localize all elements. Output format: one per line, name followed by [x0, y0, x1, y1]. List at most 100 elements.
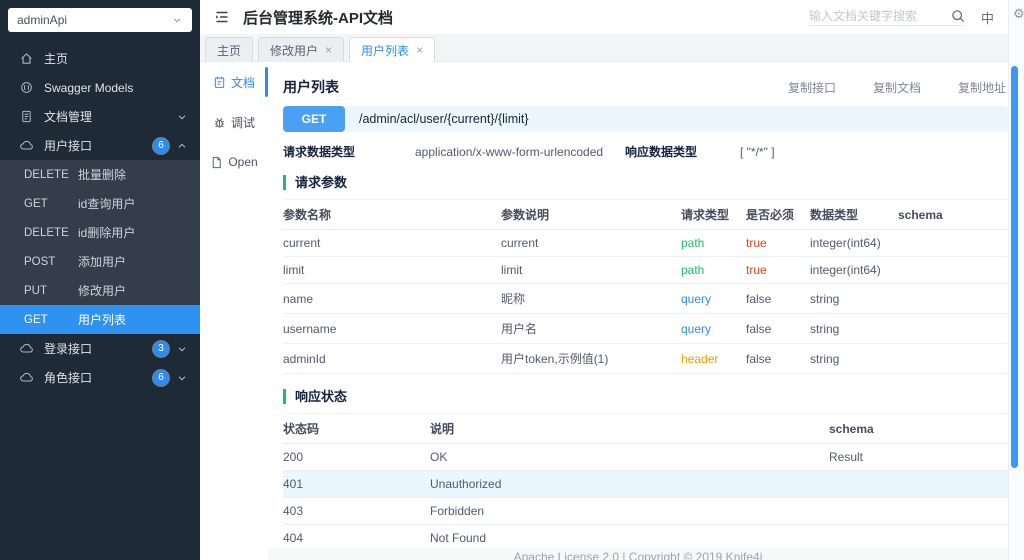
tab-edit-user[interactable]: 修改用户 ×	[258, 37, 345, 62]
table-cell: 200	[283, 443, 430, 471]
column-header: 参数说明	[501, 199, 681, 230]
chevron-down-icon	[176, 111, 188, 123]
cloud-icon	[20, 342, 33, 355]
cloud-icon	[20, 371, 33, 384]
close-tab-icon[interactable]: ×	[416, 44, 423, 56]
copy-address-link[interactable]: 复制地址	[958, 79, 1006, 96]
sidebar-item-login-api[interactable]: 登录接口 3	[0, 334, 200, 363]
sidebar-item-swagger-models[interactable]: Swagger Models	[0, 73, 200, 102]
chevron-down-icon	[176, 343, 188, 355]
sidebar-subitem-user-api-3[interactable]: POST 添加用户	[0, 247, 200, 276]
copy-links: 复制接口 复制文档 复制地址	[788, 79, 1008, 96]
table-cell: limit	[283, 256, 501, 284]
column-header: 参数名称	[283, 199, 501, 230]
table-cell: integer(int64)	[810, 256, 898, 284]
search-icon[interactable]	[951, 9, 965, 23]
sidebar-item-label: 角色接口	[44, 371, 93, 385]
collapse-sidebar-icon[interactable]	[214, 9, 230, 25]
doc-nav: 文档调试 Open	[200, 62, 268, 560]
chevron-up-icon	[176, 140, 188, 152]
scrollbar[interactable]: ⚙	[1008, 0, 1024, 560]
table-cell: OK	[430, 443, 829, 471]
table-row[interactable]: 200 OK Result	[283, 443, 1008, 471]
tab-user-list[interactable]: 用户列表 ×	[349, 37, 436, 62]
request-type-label: 请求数据类型	[283, 145, 356, 159]
table-cell: 用户名	[501, 313, 681, 344]
table-cell: Unauthorized	[430, 470, 829, 498]
table-row[interactable]: name 昵称 query false string	[283, 283, 1008, 314]
table-row[interactable]: adminId 用户token,示例值(1) header false string	[283, 343, 1008, 374]
doc-nav-debug[interactable]: 调试	[200, 102, 268, 142]
response-status-table: 状态码 说明 schema 200 OK Result 401 Unauthorized 403…	[283, 413, 1008, 552]
request-params-table: 参数名称 参数说明 请求类型 是否必须 数据类型 schema current current…	[283, 199, 1008, 374]
sidebar-subitem-label: 修改用户	[78, 284, 127, 298]
doc-search	[808, 8, 965, 26]
tab-home[interactable]: 主页	[205, 37, 254, 62]
document-icon	[213, 76, 226, 89]
search-input[interactable]	[808, 8, 947, 23]
sidebar-item-doc-manage[interactable]: 文档管理	[0, 102, 200, 131]
copy-doc-link[interactable]: 复制文档	[873, 79, 921, 96]
bug-icon	[213, 116, 226, 129]
api-doc: 用户列表 复制接口 复制文档 复制地址 GET /admin/acl/user/{c…	[268, 62, 1008, 560]
doc-nav-doc[interactable]: 文档	[200, 62, 268, 102]
sidebar-subitem-user-api-2[interactable]: DELETE id删除用户	[0, 218, 200, 247]
sidebar-item-label: 主页	[44, 52, 69, 66]
response-type-value: [ "*/*" ]	[740, 144, 775, 159]
gear-icon[interactable]: ⚙	[1013, 6, 1024, 22]
sidebar-item-home[interactable]: 主页	[0, 44, 200, 73]
project-select-value: adminApi	[17, 13, 68, 27]
table-row[interactable]: current current path true integer(int64)	[283, 229, 1008, 257]
language-toggle-icon[interactable]: 中	[981, 8, 994, 27]
close-tab-icon[interactable]: ×	[325, 44, 332, 56]
table-row[interactable]: limit limit path true integer(int64)	[283, 256, 1008, 284]
http-method-label: DELETE	[24, 168, 69, 181]
doc-nav-open[interactable]: Open	[200, 142, 268, 182]
sidebar-subitem-user-api-5[interactable]: GET 用户列表	[0, 305, 200, 334]
table-cell	[898, 256, 1008, 284]
copy-api-link[interactable]: 复制接口	[788, 79, 836, 96]
http-method-label: GET	[24, 197, 48, 210]
http-method-badge[interactable]: GET	[283, 106, 345, 132]
count-badge: 3	[153, 340, 169, 357]
tab-label: 主页	[217, 43, 242, 58]
http-method-label: DELETE	[24, 226, 69, 239]
sidebar-subitem-label: 添加用户	[78, 255, 127, 269]
sidebar-item-label: 用户接口	[44, 139, 93, 153]
tab-label: 修改用户	[270, 43, 319, 58]
http-method-label: POST	[24, 255, 56, 268]
table-row[interactable]: 403 Forbidden	[283, 497, 1008, 525]
sidebar-item-role-api[interactable]: 角色接口 6	[0, 363, 200, 392]
response-type-label: 响应数据类型	[625, 145, 698, 159]
table-cell: true	[746, 229, 810, 257]
scrollbar-thumb[interactable]	[1011, 66, 1018, 468]
table-cell: limit	[501, 256, 681, 284]
table-row[interactable]: username 用户名 query false string	[283, 313, 1008, 344]
table-cell: Result	[829, 443, 1008, 471]
table-cell: query	[681, 283, 746, 314]
column-header: 状态码	[283, 413, 430, 444]
submenu-user-api: DELETE 批量删除 GET id查询用户 DELETE id删除用户 POST 添加用户 P…	[0, 160, 200, 334]
sidebar-subitem-user-api-0[interactable]: DELETE 批量删除	[0, 160, 200, 189]
app-header: 后台管理系统-API文档 中	[200, 0, 1008, 34]
section-title: 请求参数	[283, 175, 1008, 190]
footer-text: Apache License 2.0 | Copyright © 2019 Kn…	[513, 550, 763, 560]
table-cell: true	[746, 256, 810, 284]
doc-nav-label: 文档	[230, 75, 255, 90]
project-select[interactable]: adminApi	[8, 8, 192, 32]
sidebar-subitem-user-api-4[interactable]: PUT 修改用户	[0, 276, 200, 305]
table-cell: current	[283, 229, 501, 257]
chevron-down-icon	[171, 14, 183, 26]
http-method-label: GET	[24, 313, 48, 326]
table-cell	[898, 343, 1008, 374]
table-cell	[898, 283, 1008, 314]
table-cell: query	[681, 313, 746, 344]
section-request-params: 请求参数 参数名称 参数说明 请求类型 是否必须 数据类型 schema current cu…	[283, 175, 1008, 374]
sidebar-subitem-label: 批量删除	[78, 168, 127, 182]
footer: Apache License 2.0 | Copyright © 2019 Kn…	[268, 548, 1008, 560]
table-row[interactable]: 401 Unauthorized	[283, 470, 1008, 498]
sidebar-item-user-api[interactable]: 用户接口 6	[0, 131, 200, 160]
sidebar-subitem-user-api-1[interactable]: GET id查询用户	[0, 189, 200, 218]
table-cell: false	[746, 343, 810, 374]
home-icon	[20, 52, 33, 65]
